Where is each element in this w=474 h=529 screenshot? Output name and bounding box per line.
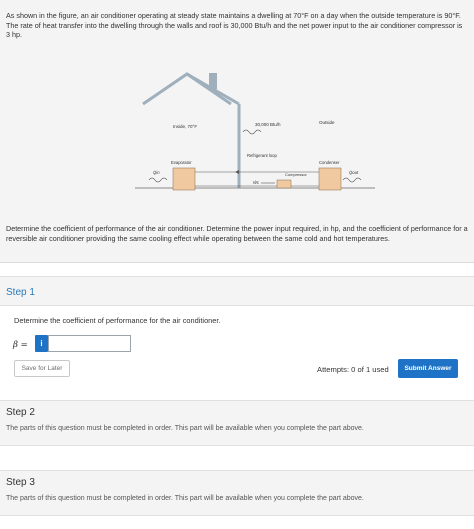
step1-prompt: Determine the coefficient of performance… xyxy=(14,316,221,325)
air-conditioner-figure: Inside, 70°F Outside 30,000 Btu/h Refrig… xyxy=(135,72,375,191)
house-roof xyxy=(142,72,232,106)
evaporator-label: Evaporator xyxy=(171,160,192,165)
attempts-counter: Attempts: 0 of 1 used xyxy=(317,365,389,374)
evaporator-unit xyxy=(172,167,196,191)
problem-card: As shown in the figure, an air condition… xyxy=(0,0,474,263)
step3-title: Step 3 xyxy=(6,477,35,488)
step2-card: Step 2 The parts of this question must b… xyxy=(0,400,474,446)
outside-label: Outside xyxy=(319,120,335,125)
heat-out-label: Q̇out xyxy=(349,170,359,175)
cop-answer-input[interactable] xyxy=(48,335,131,352)
step1-body: Determine the coefficient of performance… xyxy=(0,306,474,390)
chimney xyxy=(209,73,217,89)
beta-label: β = xyxy=(13,340,28,350)
heat-leak-arrow xyxy=(242,129,262,135)
compressor-label: Compressor xyxy=(285,172,307,177)
problem-question: Determine the coefficient of performance… xyxy=(6,224,468,243)
save-for-later-button[interactable]: Save for Later xyxy=(14,360,70,377)
heat-in-arrow xyxy=(148,177,168,183)
compressor-unit xyxy=(276,179,292,189)
step2-title: Step 2 xyxy=(6,407,35,418)
problem-statement: As shown in the figure, an air condition… xyxy=(6,11,463,40)
power-label: Ẇc xyxy=(253,180,260,185)
info-icon[interactable]: i xyxy=(35,335,48,352)
heat-in-label: Q̇in xyxy=(153,170,160,175)
step3-card: Step 3 The parts of this question must b… xyxy=(0,470,474,516)
refrigerant-loop-label: Refrigerant loop xyxy=(247,153,277,158)
submit-answer-button[interactable]: Submit Answer xyxy=(398,359,458,378)
heat-out-arrow xyxy=(342,177,362,183)
condenser-label: Condenser xyxy=(319,160,340,165)
step1-header[interactable]: Step 1 xyxy=(0,276,474,306)
loop-arrow xyxy=(235,170,239,174)
step1-title: Step 1 xyxy=(6,287,35,298)
step2-locked-text: The parts of this question must be compl… xyxy=(6,425,364,432)
step3-locked-text: The parts of this question must be compl… xyxy=(6,495,364,502)
inside-label: Inside, 70°F xyxy=(173,124,197,129)
heat-rate-label: 30,000 Btu/h xyxy=(255,122,281,127)
condenser-unit xyxy=(318,167,342,191)
